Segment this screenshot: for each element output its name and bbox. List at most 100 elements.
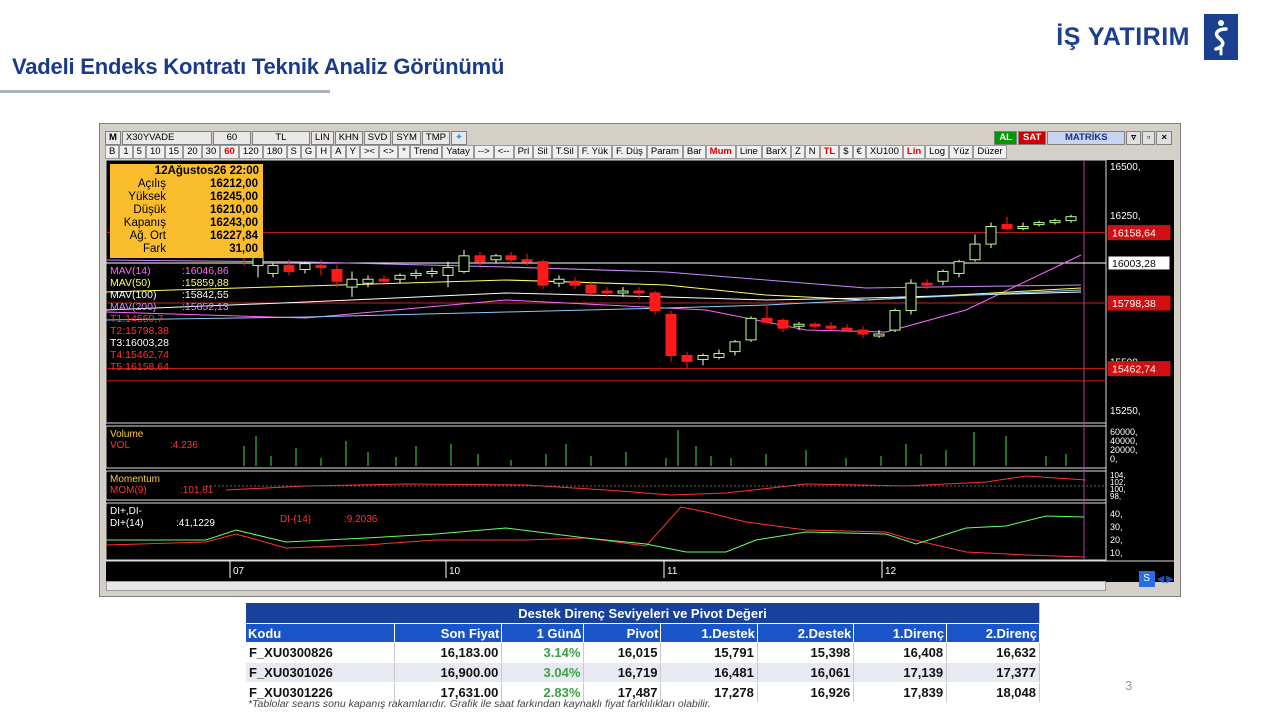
table-cell: 16,632	[946, 642, 1040, 663]
logo-text: İŞ YATIRIM	[1056, 22, 1190, 51]
table-cell: 16,061	[757, 662, 855, 683]
arrow-right-icon[interactable]: ▶	[1166, 574, 1174, 585]
toolbar-button[interactable]: Sil	[533, 145, 552, 159]
toolbar-button[interactable]: 10	[145, 145, 165, 159]
svd-button[interactable]: SVD	[363, 131, 392, 145]
currency-field[interactable]: TL	[251, 131, 310, 145]
candle-up	[346, 278, 358, 288]
toolbar-button[interactable]: Yüz	[949, 145, 974, 159]
toolbar-button[interactable]: Prl	[513, 145, 534, 159]
moving-average-line	[105, 289, 1082, 321]
toolbar-button[interactable]: 20	[183, 145, 202, 159]
page-title: Vadeli Endeks Kontratı Teknik Analiz Gör…	[12, 54, 505, 79]
restore-icon[interactable]: ▫	[1142, 131, 1156, 145]
toolbar-button[interactable]: 120	[238, 145, 263, 159]
table-cell: 16,926	[757, 682, 855, 703]
toolbar-button[interactable]: 5	[132, 145, 146, 159]
dmi-plus-label: DI+(14)	[110, 518, 144, 529]
volume-value: :4.236	[170, 440, 198, 451]
candle-up	[617, 290, 629, 294]
scale-lin-button[interactable]: LIN	[310, 131, 334, 145]
info-row: Ağ. Ort 16227,84	[110, 230, 263, 243]
price-axis-label: 16250,	[1110, 211, 1141, 222]
candle-down	[474, 255, 486, 263]
info-value: 16243,00	[210, 217, 258, 229]
toolbar-button[interactable]: Mum	[705, 145, 736, 159]
candle-down	[841, 327, 853, 331]
candle-up	[697, 355, 709, 360]
toolbar-m-button[interactable]: M	[105, 131, 121, 145]
toolbar-button[interactable]: €	[852, 145, 866, 159]
toolbar-button[interactable]: Yatay	[442, 145, 474, 159]
candle-down	[921, 282, 933, 286]
toolbar-button[interactable]: Param	[646, 145, 683, 159]
toolbar-button[interactable]: Bar	[682, 145, 706, 159]
refresh-icon[interactable]: S	[1138, 571, 1155, 587]
toolbar-button[interactable]: 60	[220, 145, 239, 159]
toolbar-button[interactable]: Line	[735, 145, 762, 159]
toolbar-button[interactable]: ><	[359, 145, 379, 159]
toolbar-button[interactable]: <--	[493, 145, 514, 159]
toolbar-button[interactable]: S	[286, 145, 301, 159]
toolbar-button[interactable]: Y	[345, 145, 360, 159]
toolbar-button[interactable]: H	[316, 145, 332, 159]
candle-up	[969, 243, 981, 261]
toolbar-button[interactable]: N	[804, 145, 820, 159]
toolbar-button[interactable]: F. Yük	[577, 145, 612, 159]
toolbar-button[interactable]: 30	[201, 145, 221, 159]
toolbar-button[interactable]: *	[398, 145, 410, 159]
toolbar-button[interactable]: Log	[925, 145, 949, 159]
table-caption: Destek Direnç Seviyeleri ve Pivot Değeri	[246, 603, 1040, 624]
toolbar-button[interactable]: 1	[119, 145, 133, 159]
arrow-left-icon[interactable]: ◀	[1157, 574, 1165, 585]
toolbar-button[interactable]: Trend	[409, 145, 443, 159]
logo-mark-icon	[1204, 14, 1238, 60]
volume-title: Volume	[110, 429, 144, 440]
toolbar-button[interactable]: <>	[378, 145, 399, 159]
candle-down	[825, 325, 837, 329]
indicator-legend-value: :15852,13	[182, 301, 229, 313]
chart-area[interactable]: 16500,16250,15500,15250,16158,6416003,28…	[105, 159, 1174, 582]
price-tag-label: 16158,64	[1112, 228, 1156, 240]
dmi-title: DI+,DI-	[110, 506, 142, 517]
toolbar-button[interactable]: BarX	[761, 145, 791, 159]
khn-button[interactable]: KHN	[334, 131, 363, 145]
toolbar-button[interactable]: A	[331, 145, 346, 159]
toolbar-button[interactable]: T.Sil	[551, 145, 578, 159]
toolbar-button[interactable]: G	[300, 145, 317, 159]
buy-button[interactable]: AL	[994, 131, 1017, 145]
toolbar-button[interactable]: -->	[473, 145, 494, 159]
symbol-field[interactable]: X30YVADE	[121, 131, 212, 145]
footnote: *Tablolar seans sonu kapanış rakamlarıdı…	[248, 698, 711, 710]
toolbar-button[interactable]: F. Düş	[611, 145, 647, 159]
sell-button[interactable]: SAT	[1017, 131, 1047, 145]
toolbar-button[interactable]: Z	[790, 145, 805, 159]
sym-button[interactable]: SYM	[392, 131, 421, 145]
candlestick-chart: 16500,16250,15500,15250,16158,6416003,28…	[105, 159, 1174, 578]
toolbar-button[interactable]: B	[105, 145, 120, 159]
volume-label: VOL	[110, 440, 130, 451]
table-cell: 15,791	[660, 642, 758, 663]
toolbar-button[interactable]: 15	[164, 145, 184, 159]
candle-up	[937, 270, 949, 282]
tmp-button[interactable]: TMP	[421, 131, 450, 145]
info-label: Yüksek	[128, 191, 166, 203]
matriks-brand: MATRİKS	[1047, 131, 1126, 145]
candle-up	[745, 317, 757, 341]
indicator-legend-value: :16046,86	[182, 265, 229, 277]
toolbar-button[interactable]: Lin	[902, 145, 926, 159]
toolbar-button[interactable]: TL	[819, 145, 840, 159]
toolbar-button[interactable]: $	[839, 145, 853, 159]
dmi-axis-label: 10,	[1110, 548, 1123, 558]
info-label: Açılış	[137, 178, 166, 190]
toolbar-button[interactable]: Düzer	[973, 145, 1007, 159]
table-cell: 16,900.00	[394, 662, 503, 683]
period-field[interactable]: 60	[212, 131, 251, 145]
horizontal-scrollbar[interactable]	[106, 581, 1106, 591]
toolbar-button[interactable]: XU100	[865, 145, 903, 159]
candle-up	[873, 333, 885, 337]
minimize-icon[interactable]: ▿	[1126, 131, 1142, 145]
toolbar-button[interactable]: 180	[262, 145, 287, 159]
twitter-icon[interactable]: ✦	[450, 131, 467, 145]
close-icon[interactable]: ×	[1156, 131, 1172, 145]
